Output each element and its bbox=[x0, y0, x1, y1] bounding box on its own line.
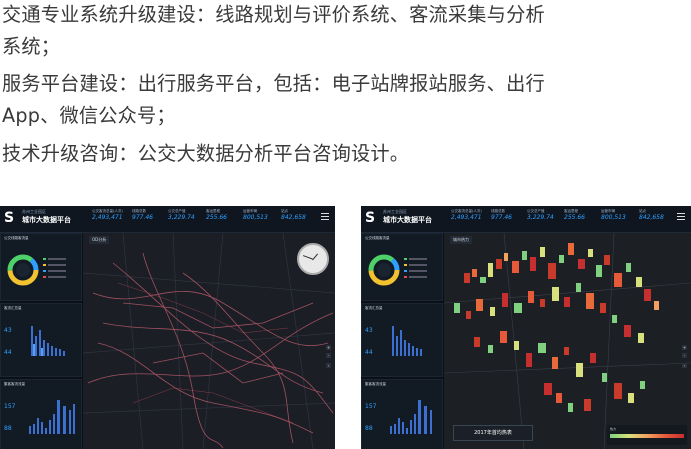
stat-value: 255.66 bbox=[564, 214, 585, 221]
zoom-out-button[interactable]: - bbox=[682, 353, 687, 358]
zoom-in-button[interactable]: + bbox=[326, 345, 331, 350]
map-control-button[interactable]: › bbox=[682, 363, 687, 368]
stat-0: 公交客流总量(人次) 2,493,471 bbox=[92, 209, 123, 221]
ring-chart bbox=[7, 254, 66, 286]
stat-4: 运营车辆 800,513 bbox=[601, 209, 626, 221]
map-control-button[interactable]: › bbox=[326, 363, 331, 368]
stat-1: 线路总数 977.46 bbox=[132, 209, 153, 221]
bar-chart-1: 43 44 bbox=[365, 326, 422, 356]
stat-0: 公交客流总量(人次) 2,493,471 bbox=[451, 209, 482, 221]
stat-value: 842,658 bbox=[281, 214, 306, 221]
svg-text:88: 88 bbox=[4, 425, 12, 432]
stat-value: 800,513 bbox=[243, 214, 268, 221]
stat-1: 线路总数 977.46 bbox=[491, 209, 512, 221]
logo-icon: S bbox=[4, 210, 15, 226]
stat-3: 客运里程 255.66 bbox=[206, 209, 227, 221]
stat-value: 255.66 bbox=[206, 214, 227, 221]
paragraph-line-1: 交通专业系统升级建设：线路规划与评价系统、客流采集与分析 bbox=[2, 3, 545, 26]
menu-icon[interactable] bbox=[321, 213, 329, 221]
paragraph-line-4: App、微信公众号； bbox=[2, 104, 176, 127]
clock-icon bbox=[297, 243, 329, 275]
stat-value: 3,229.74 bbox=[527, 214, 554, 221]
panel-bar-chart-1: 客流汇总量 43 44 bbox=[361, 303, 443, 377]
dashboard-screenshot-route-map: S 苏州工业园区 城市大数据平台 公交客流总量(人次) 2,493,471 线路总… bbox=[0, 206, 335, 449]
zoom-out-button[interactable]: - bbox=[326, 353, 331, 358]
stat-value: 2,493,471 bbox=[92, 214, 123, 221]
route-lines bbox=[83, 233, 335, 449]
dashboard-header: S 苏州工业园区 城市大数据平台 公交客流总量(人次) 2,493,471 线路总… bbox=[0, 206, 335, 233]
heat-legend: 热力 bbox=[607, 425, 687, 445]
stat-value: 2,493,471 bbox=[451, 214, 482, 221]
menu-icon[interactable] bbox=[677, 213, 685, 221]
stat-value: 3,229.74 bbox=[168, 214, 195, 221]
stat-2: 公交总产值 3,229.74 bbox=[527, 209, 554, 221]
heat-map[interactable]: 城市热力 + - › 热力 bbox=[444, 233, 691, 449]
sidebar: 公交线路客流量 客流汇总量 43 44 集客客流流量 157 88 bbox=[361, 233, 443, 449]
panel-bar-chart-1: 客流汇总量 43 44 bbox=[0, 303, 82, 377]
dashboard-title: 城市大数据平台 bbox=[383, 216, 432, 224]
svg-text:44: 44 bbox=[365, 349, 373, 356]
stat-2: 公交总产值 3,229.74 bbox=[168, 209, 195, 221]
dashboard-header: S 苏州工业园区 城市大数据平台 公交客流总量(人次) 2,493,471 线路总… bbox=[361, 206, 691, 233]
logo-icon: S bbox=[365, 210, 376, 226]
stat-value: 800,513 bbox=[601, 214, 626, 221]
sidebar: 公交线路客流量 客流汇总量 43 44 集客客流流量 157 88 bbox=[0, 233, 82, 449]
stat-value: 842,658 bbox=[639, 214, 664, 221]
svg-text:44: 44 bbox=[4, 349, 12, 356]
paragraph-line-3: 服务平台建设：出行服务平台，包括：电子站牌报站服务、出行 bbox=[2, 72, 545, 95]
panel-bar-chart-2: 集客客流流量 157 88 bbox=[0, 379, 82, 449]
panel-bar-chart-2: 集客客流流量 157 88 bbox=[361, 379, 443, 449]
svg-text:88: 88 bbox=[365, 425, 373, 432]
legend-gradient bbox=[610, 434, 684, 438]
heat-blocks bbox=[444, 233, 691, 449]
svg-text:157: 157 bbox=[365, 403, 377, 410]
bar-chart-1: 43 44 bbox=[4, 326, 65, 356]
stat-4: 运营车辆 800,513 bbox=[243, 209, 268, 221]
ring-chart bbox=[368, 254, 427, 286]
zoom-in-button[interactable]: + bbox=[682, 345, 687, 350]
stat-5: 站点 842,658 bbox=[281, 209, 306, 221]
stat-value: 977.46 bbox=[491, 214, 512, 221]
year-banner: 2017年首均热表 bbox=[453, 425, 533, 441]
route-map[interactable]: OD分析 + - › bbox=[83, 233, 335, 449]
stat-3: 客运里程 255.66 bbox=[564, 209, 585, 221]
stat-value: 977.46 bbox=[132, 214, 153, 221]
bar-chart-2: 157 88 bbox=[365, 400, 432, 434]
dashboard-title: 城市大数据平台 bbox=[22, 216, 71, 224]
paragraph-line-2: 系统； bbox=[2, 35, 61, 58]
legend-title: 热力 bbox=[610, 427, 617, 431]
panel-ring-chart: 公交线路客流量 bbox=[361, 233, 443, 301]
svg-text:43: 43 bbox=[365, 327, 373, 334]
svg-text:157: 157 bbox=[4, 403, 16, 410]
panel-ring-chart: 公交线路客流量 bbox=[0, 233, 82, 301]
dashboard-screenshot-heat-map: S 苏州工业园区 城市大数据平台 公交客流总量(人次) 2,493,471 线路总… bbox=[361, 206, 691, 449]
svg-text:43: 43 bbox=[4, 327, 12, 334]
bar-chart-2: 157 88 bbox=[4, 400, 75, 434]
stat-5: 站点 842,658 bbox=[639, 209, 664, 221]
paragraph-line-5: 技术升级咨询：公交大数据分析平台咨询设计。 bbox=[2, 142, 410, 165]
